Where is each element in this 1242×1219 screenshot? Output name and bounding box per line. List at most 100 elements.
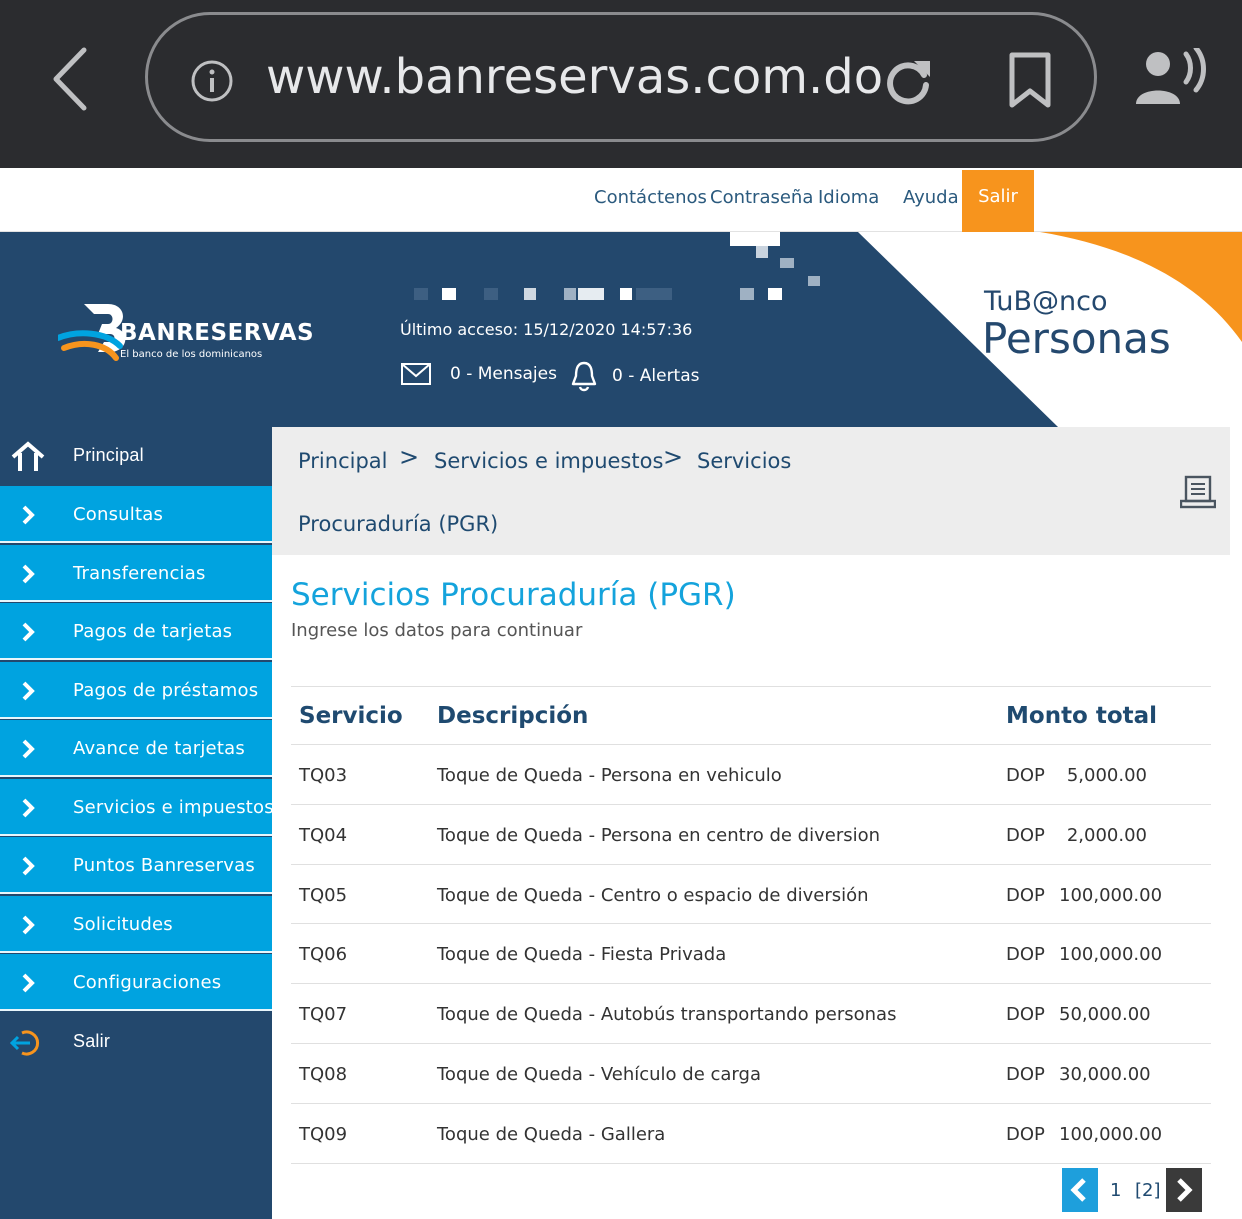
service-description: Toque de Queda - Centro o espacio de div… [437,884,869,906]
page-subtitle: Ingrese los datos para continuar [291,620,583,641]
back-arrow-icon[interactable] [48,44,98,114]
breadcrumb: Principal > Servicios e impuestos > Serv… [272,427,1230,555]
sidebar-item-label: Pagos de préstamos [73,679,259,701]
sidebar-item-label: Pagos de tarjetas [73,621,233,642]
product-name: TuB@nco [984,286,1108,317]
table-header: Servicio Descripción Monto total [291,686,1211,745]
service-currency: DOP [1006,824,1045,846]
print-icon[interactable] [1180,475,1216,509]
bookmark-icon[interactable] [1006,51,1054,109]
service-amount: 50,000.00 [1059,1004,1151,1026]
sidebar-item-configuraciones[interactable]: Configuraciones [0,954,272,1011]
brand-name: BANRESERVAS [120,320,315,346]
sidebar-item-label: Consultas [73,504,164,525]
table-row[interactable]: TQ05 Toque de Queda - Centro o espacio d… [291,865,1211,925]
next-page-button[interactable] [1166,1168,1202,1212]
service-currency: DOP [1006,884,1045,906]
service-code: TQ07 [299,1004,348,1026]
service-amount: 100,000.00 [1059,944,1163,966]
sidebar-item-label: Principal [73,445,144,465]
service-amount: 100,000.00 [1059,1123,1163,1145]
service-description: Toque de Queda - Persona en vehiculo [437,765,782,786]
previous-page-button[interactable] [1062,1168,1098,1212]
messages-link[interactable]: 0 - Mensajes [450,364,557,384]
column-header-descripcion: Descripción [437,703,589,729]
service-code: TQ03 [299,765,348,786]
page-2-current: [2] [1135,1180,1161,1201]
sidebar-item-consultas[interactable]: Consultas [0,486,272,543]
sidebar-item-servicios-impuestos[interactable]: Servicios e impuestos [0,778,274,836]
sidebar-item-transferencias[interactable]: Transferencias [0,544,272,602]
last-access: Último acceso: 15/12/2020 14:57:36 [400,320,693,339]
service-description: Toque de Queda - Gallera [437,1123,666,1145]
header-banner: BANRESERVAS El banco de los dominicanos … [0,232,1242,427]
page-title: Servicios Procuraduría (PGR) [291,577,736,613]
service-code: TQ08 [299,1063,348,1085]
chevron-right-icon [22,622,35,642]
breadcrumb-principal[interactable]: Principal [298,449,388,473]
reload-icon[interactable] [880,53,936,109]
service-description: Toque de Queda - Fiesta Privada [437,944,727,966]
table-row[interactable]: TQ07 Toque de Queda - Autobús transporta… [291,984,1211,1044]
chevron-right-icon [22,856,35,876]
home-icon [11,441,45,471]
service-code: TQ04 [299,824,348,846]
chevron-left-icon [1070,1178,1086,1202]
breadcrumb-servicios-impuestos[interactable]: Servicios e impuestos [434,449,663,473]
chevron-right-icon [22,915,35,934]
service-currency: DOP [1006,1123,1045,1145]
chevron-right-icon [1177,1178,1193,1202]
sidebar-item-label: Puntos Banreservas [73,855,255,876]
page-1-link[interactable]: 1 [1110,1180,1121,1201]
bell-icon[interactable] [570,360,598,392]
table-row[interactable]: TQ03 Toque de Queda - Persona en vehicul… [291,745,1211,805]
address-bar[interactable]: www.banreservas.com.do [145,12,1097,142]
logout-top-button[interactable]: Salir [962,170,1034,234]
breadcrumb-separator: > [399,443,420,471]
service-amount: 100,000.00 [1059,884,1163,906]
service-code: TQ05 [299,884,348,906]
password-link[interactable]: Contraseña [710,187,813,208]
sidebar-item-pagos-prestamos[interactable]: Pagos de préstamos [0,661,272,719]
top-links-bar: Contáctenos Contraseña Idioma Ayuda Sali… [0,170,1242,234]
text-to-speech-icon[interactable] [1134,48,1206,110]
sidebar-item-label: Salir [73,1031,111,1051]
table-row[interactable]: TQ08 Toque de Queda - Vehículo de carga … [291,1044,1211,1104]
chevron-right-icon [22,564,35,583]
language-link[interactable]: Idioma [818,187,879,208]
sidebar-item-label: Configuraciones [73,972,222,993]
service-amount: 2,000.00 [1066,824,1147,846]
sidebar-item-puntos[interactable]: Puntos Banreservas [0,837,272,894]
table-row[interactable]: TQ04 Toque de Queda - Persona en centro … [291,805,1211,865]
table-row[interactable]: TQ09 Toque de Queda - Gallera DOP 100,00… [291,1104,1211,1164]
chevron-right-icon [22,505,35,525]
service-currency: DOP [1006,944,1045,966]
service-currency: DOP [1006,1004,1045,1026]
breadcrumb-current-cont: Procuraduría (PGR) [298,512,499,536]
mail-icon[interactable] [400,362,432,386]
masked-user-name [414,288,782,300]
breadcrumb-separator: > [663,443,684,471]
chevron-right-icon [22,739,35,759]
sidebar-item-label: Avance de tarjetas [73,738,245,759]
sidebar-item-pagos-tarjetas[interactable]: Pagos de tarjetas [0,603,272,660]
contact-link[interactable]: Contáctenos [594,187,707,208]
info-icon[interactable] [190,59,234,103]
help-link[interactable]: Ayuda [903,187,959,208]
sidebar-item-label: Solicitudes [73,913,173,935]
sidebar-item-principal[interactable]: Principal [0,427,272,484]
sidebar-item-solicitudes[interactable]: Solicitudes [0,895,272,953]
sidebar-item-label: Transferencias [73,562,206,584]
service-description: Toque de Queda - Autobús transportando p… [437,1004,897,1026]
sidebar-item-avance-tarjetas[interactable]: Avance de tarjetas [0,720,272,777]
logout-icon [10,1030,40,1056]
sidebar-item-salir[interactable]: Salir [0,1013,272,1070]
chevron-right-icon [22,681,35,700]
alerts-link[interactable]: 0 - Alertas [612,366,700,386]
product-segment: Personas [982,314,1171,363]
service-description: Toque de Queda - Vehículo de carga [437,1063,761,1085]
service-code: TQ09 [299,1123,348,1145]
table-row[interactable]: TQ06 Toque de Queda - Fiesta Privada DOP… [291,924,1211,985]
breadcrumb-current: Servicios [697,449,792,473]
url-text[interactable]: www.banreservas.com.do [266,49,883,105]
